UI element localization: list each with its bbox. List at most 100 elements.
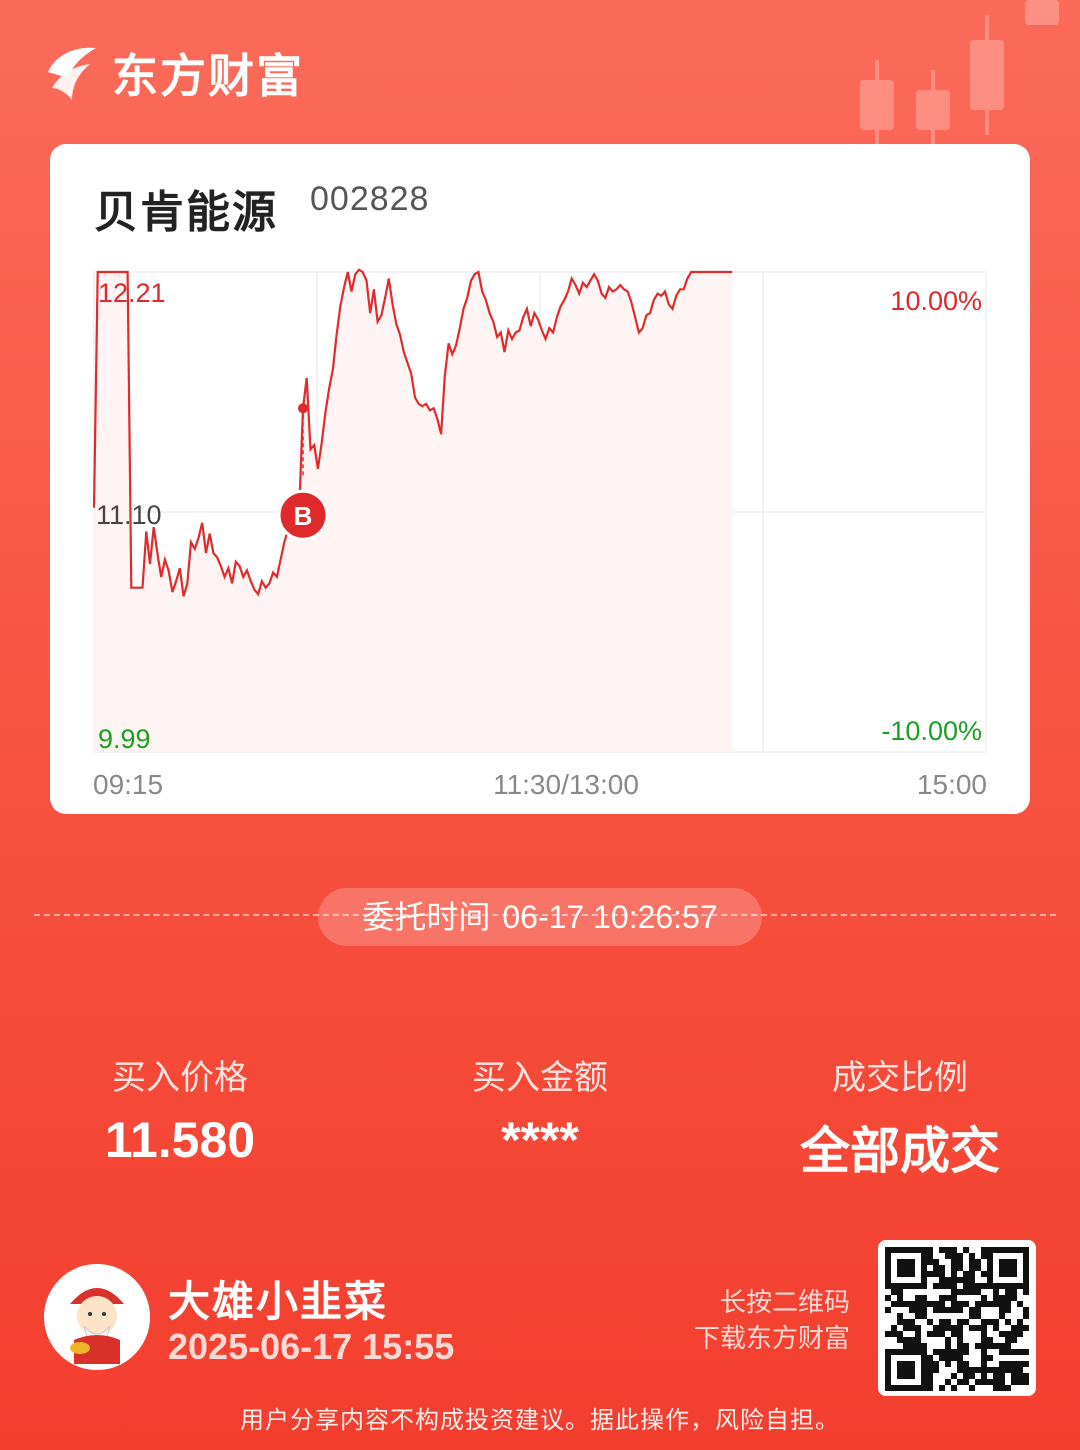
qr-module [939,1295,945,1301]
qr-module [963,1247,969,1253]
qr-module [921,1301,927,1307]
qr-module [951,1289,957,1295]
qr-module [975,1325,981,1331]
qr-module [909,1343,915,1349]
qr-module [945,1295,951,1301]
avatar[interactable] [44,1264,150,1370]
qr-module [891,1331,897,1337]
metric-value: **** [501,1112,579,1168]
x-label-open: 09:15 [93,769,163,800]
qr-module [957,1325,963,1331]
qr-module [939,1355,945,1361]
qr-module [981,1331,987,1337]
qr-module [915,1307,921,1313]
qr-module [999,1301,1005,1307]
qr-module [957,1349,963,1355]
qr-module [945,1283,951,1289]
qr-module [1017,1331,1023,1337]
qr-finder [897,1361,915,1379]
qr-module [951,1349,957,1355]
download-qr-code[interactable] [878,1240,1036,1396]
y-label-mid: 11.10 [96,500,162,530]
qr-module [939,1385,945,1391]
qr-module [897,1301,903,1307]
qr-module [1023,1289,1029,1295]
eastmoney-logo-icon [48,47,96,100]
qr-module [1017,1301,1023,1307]
qr-module [1005,1301,1011,1307]
qr-module [885,1307,891,1313]
qr-module [1017,1325,1023,1331]
metric-label: 买入金额 [472,1059,608,1097]
qr-module [957,1289,963,1295]
qr-module [1017,1367,1023,1373]
qr-module [1005,1295,1011,1301]
qr-module [999,1367,1005,1373]
qr-module [969,1385,975,1391]
qr-module [951,1355,957,1361]
qr-module [951,1325,957,1331]
qr-module [999,1361,1005,1367]
qr-module [1011,1379,1017,1385]
metric-buy-price: 买入价格 11.580 [0,1050,360,1169]
qr-module [1023,1379,1029,1385]
qr-module [993,1343,999,1349]
qr-finder [999,1259,1017,1277]
qr-module [903,1319,909,1325]
qr-module [957,1361,963,1367]
qr-module [939,1325,945,1331]
qr-hint: 长按二维码 下载东方财富 [650,1284,850,1356]
qr-module [939,1247,945,1253]
qr-module [909,1301,915,1307]
qr-module [951,1385,957,1391]
qr-module [951,1373,957,1379]
qr-module [987,1337,993,1343]
qr-module [993,1385,999,1391]
buy-marker-dot [298,403,309,414]
qr-module [987,1301,993,1307]
qr-module [897,1295,903,1301]
qr-module [969,1373,975,1379]
qr-module [969,1307,975,1313]
qr-module [933,1265,939,1271]
qr-module [927,1355,933,1361]
qr-module [903,1301,909,1307]
qr-module [969,1367,975,1373]
qr-module [963,1349,969,1355]
qr-module [957,1355,963,1361]
qr-module [981,1283,987,1289]
qr-module [933,1331,939,1337]
qr-module [939,1349,945,1355]
qr-module [927,1379,933,1385]
qr-module [927,1367,933,1373]
qr-module [975,1367,981,1373]
qr-module [1011,1289,1017,1295]
x-label-noon: 11:30/13:00 [493,769,639,800]
qr-module [957,1343,963,1349]
qr-module [939,1331,945,1337]
qr-module [951,1265,957,1271]
fortune-god-avatar-icon [44,1264,150,1370]
qr-module [933,1349,939,1355]
qr-module [987,1379,993,1385]
qr-module [975,1259,981,1265]
qr-module [1005,1331,1011,1337]
qr-module [969,1325,975,1331]
qr-module [957,1265,963,1271]
qr-module [927,1253,933,1259]
qr-module [957,1253,963,1259]
qr-module [981,1373,987,1379]
qr-module [957,1277,963,1283]
qr-module [981,1253,987,1259]
qr-module [999,1331,1005,1337]
qr-module [915,1331,921,1337]
qr-module [987,1319,993,1325]
x-label-close: 15:00 [917,769,987,800]
qr-finder [897,1259,915,1277]
brand-header: 东方财富 [42,40,304,106]
share-time: 2025-06-17 15:55 [168,1326,455,1367]
qr-module [933,1325,939,1331]
qr-module [993,1301,999,1307]
qr-module [951,1247,957,1253]
qr-module [981,1337,987,1343]
